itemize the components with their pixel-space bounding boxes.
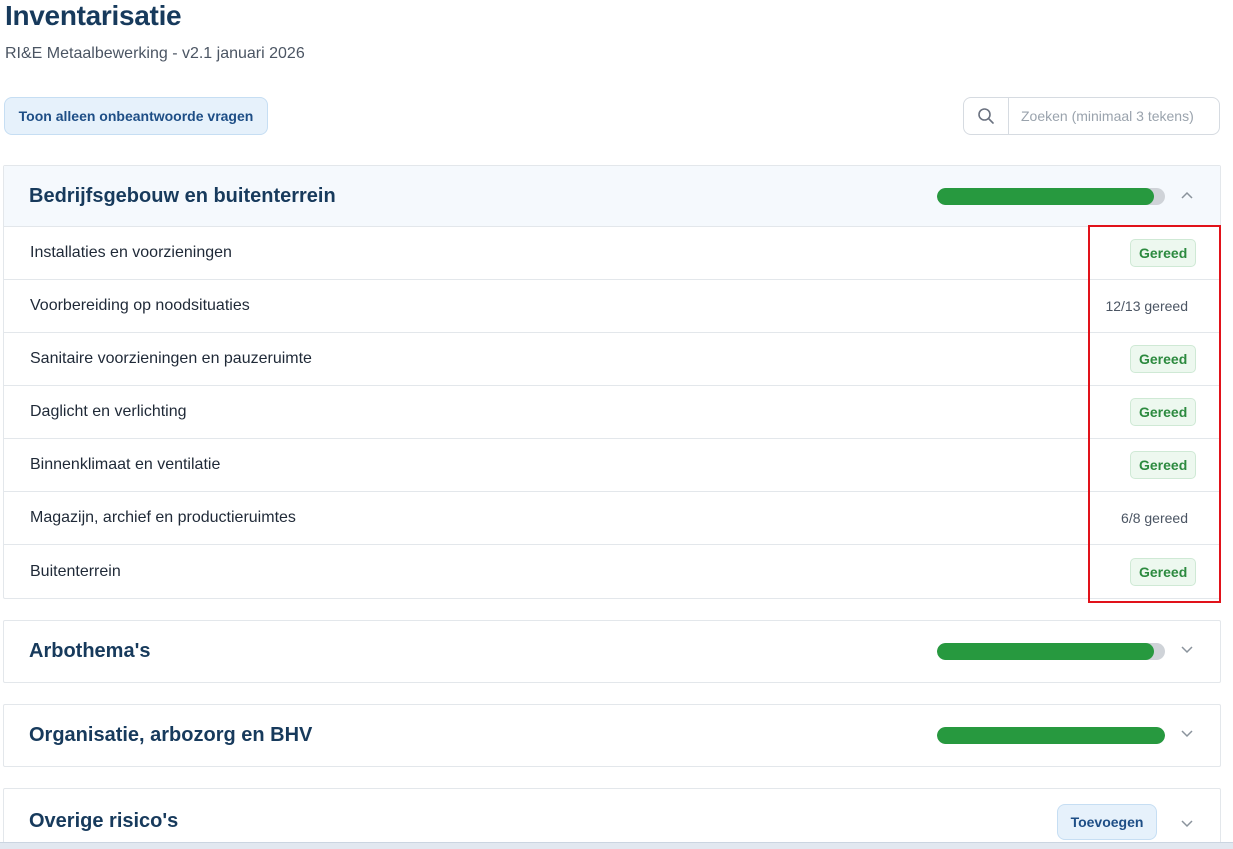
page-subtitle: RI&E Metaalbewerking - v2.1 januari 2026: [5, 45, 305, 62]
chevron-up-icon[interactable]: [1179, 187, 1195, 203]
status-badge: Gereed: [1130, 345, 1197, 373]
list-item-label: Installaties en voorzieningen: [30, 244, 232, 261]
page-title: Inventarisatie: [5, 0, 182, 31]
unanswered-filter-button[interactable]: Toon alleen onbeantwoorde vragen: [4, 97, 268, 135]
list-item[interactable]: Buitenterrein Gereed: [4, 545, 1220, 598]
status-badge: Gereed: [1130, 398, 1197, 426]
section-header[interactable]: Arbothema's: [4, 621, 1220, 682]
status-progress-text: 6/8 gereed: [1121, 510, 1188, 526]
status-badge: Gereed: [1130, 451, 1197, 479]
list-item-label: Binnenklimaat en ventilatie: [30, 456, 221, 473]
search-icon[interactable]: [964, 98, 1009, 134]
search-box: [963, 97, 1220, 135]
chevron-down-icon[interactable]: [1179, 726, 1195, 742]
section-arbothemas: Arbothema's: [3, 620, 1221, 683]
section-title: Bedrijfsgebouw en buitenterrein: [29, 184, 336, 207]
list-item[interactable]: Installaties en voorzieningen Gereed: [4, 227, 1220, 280]
chevron-down-icon[interactable]: [1179, 642, 1195, 658]
section-header[interactable]: Overige risico's Toevoegen: [4, 789, 1220, 849]
section-items: Installaties en voorzieningen Gereed Voo…: [4, 227, 1220, 598]
status-progress-text: 12/13 gereed: [1105, 298, 1188, 314]
section-progress-bar: [937, 727, 1165, 744]
section-title: Arbothema's: [29, 640, 151, 662]
list-item-label: Daglicht en verlichting: [30, 403, 187, 420]
list-item[interactable]: Voorbereiding op noodsituaties 12/13 ger…: [4, 280, 1220, 333]
list-item-label: Buitenterrein: [30, 562, 121, 580]
window-bottom-edge: [0, 842, 1233, 849]
search-input[interactable]: [1009, 98, 1219, 134]
section-progress-fill: [937, 727, 1165, 744]
section-header[interactable]: Organisatie, arbozorg en BHV: [4, 705, 1220, 766]
section-organisatie: Organisatie, arbozorg en BHV: [3, 704, 1221, 767]
list-item[interactable]: Daglicht en verlichting Gereed: [4, 386, 1220, 439]
add-risk-button[interactable]: Toevoegen: [1057, 804, 1157, 840]
list-item[interactable]: Binnenklimaat en ventilatie Gereed: [4, 439, 1220, 492]
chevron-down-icon[interactable]: [1179, 816, 1195, 832]
section-title: Overige risico's: [29, 810, 179, 832]
list-item-label: Voorbereiding op noodsituaties: [30, 297, 250, 314]
list-item[interactable]: Magazijn, archief en productieruimtes 6/…: [4, 492, 1220, 545]
list-item[interactable]: Sanitaire voorzieningen en pauzeruimte G…: [4, 333, 1220, 386]
section-header[interactable]: Bedrijfsgebouw en buitenterrein: [4, 166, 1220, 227]
section-progress-bar: [937, 188, 1165, 205]
section-title: Organisatie, arbozorg en BHV: [29, 724, 313, 746]
section-progress-bar: [937, 643, 1165, 660]
list-item-label: Sanitaire voorzieningen en pauzeruimte: [30, 350, 312, 367]
section-bedrijfsgebouw: Bedrijfsgebouw en buitenterrein Installa…: [3, 165, 1221, 599]
section-progress-fill: [937, 643, 1154, 660]
section-overige-risicos: Overige risico's Toevoegen: [3, 788, 1221, 849]
list-item-label: Magazijn, archief en productieruimtes: [30, 509, 296, 526]
section-progress-fill: [937, 188, 1154, 205]
status-badge: Gereed: [1130, 239, 1197, 267]
status-badge: Gereed: [1130, 557, 1197, 586]
